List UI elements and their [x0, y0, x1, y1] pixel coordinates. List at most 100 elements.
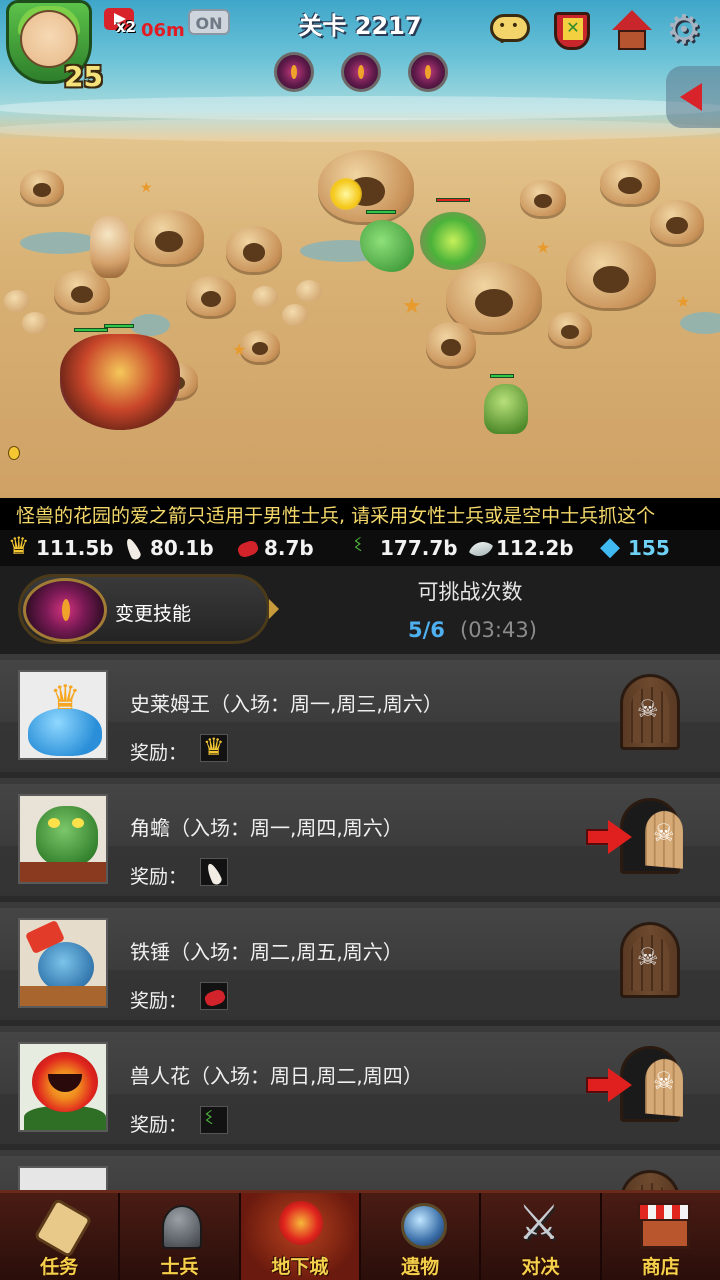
- resource-value: 177.7b: [380, 536, 458, 560]
- resource-fang: 80.1b: [122, 534, 214, 562]
- resource-value: 8.7b: [264, 536, 314, 560]
- reward-label: 奖励：: [130, 742, 188, 764]
- bird-enemy: [360, 220, 414, 272]
- pebble: [4, 290, 30, 312]
- horned-toad-portrait: [18, 794, 108, 884]
- hero-level: 25: [64, 60, 103, 93]
- nav-relics[interactable]: 遗物: [361, 1193, 482, 1280]
- gem-icon: [600, 532, 624, 562]
- iron-hammer-portrait: [18, 918, 108, 1008]
- boss-orb-icon: [274, 52, 314, 92]
- dungeon-row-iron-hammer[interactable]: 铁锤（入场：周二,周五,周六） 奖励：: [0, 908, 720, 1026]
- battle-scene: ★ ★ ★ ★ ★ 25 x2 06m ON 关卡 2217 • • • ✕ ⚙: [0, 0, 720, 498]
- reward-label: 奖励：: [130, 866, 188, 888]
- resource-value: 111.5b: [36, 536, 114, 560]
- nav-duel[interactable]: 对决: [481, 1193, 602, 1280]
- shop-icon: [637, 1201, 690, 1249]
- bottom-nav: 任务 士兵 地下城 遗物 对决 商店: [0, 1190, 720, 1280]
- sand-rock: [446, 262, 542, 332]
- slime-king-portrait: ♛: [18, 670, 108, 760]
- game-screen: ★ ★ ★ ★ ★ 25 x2 06m ON 关卡 2217 • • • ✕ ⚙…: [0, 0, 720, 1280]
- pebble: [296, 280, 322, 302]
- locked-door-icon[interactable]: [620, 674, 680, 750]
- starfish: ★: [536, 238, 551, 257]
- soldier-hp-bar: [74, 328, 108, 332]
- resource-blood: 8.7b: [236, 534, 314, 562]
- dungeon-panel: 变更技能 可挑战次数 5/6 (03:43) ♛ 史莱姆王（入场：周一,周三,周…: [0, 566, 720, 1190]
- nav-label: 商店: [641, 1256, 680, 1278]
- reward-vine-icon: [200, 1105, 228, 1134]
- vine-icon: [352, 532, 376, 560]
- change-skill-button[interactable]: 变更技能: [18, 574, 279, 644]
- house-icon[interactable]: [610, 10, 654, 50]
- challenge-timer: (03:43): [460, 618, 537, 642]
- nav-quests[interactable]: 任务: [0, 1193, 121, 1280]
- nav-shop[interactable]: 商店: [602, 1193, 720, 1280]
- speed-toggle[interactable]: ON: [188, 9, 230, 35]
- nav-dungeon[interactable]: 地下城: [240, 1193, 361, 1280]
- sun-sparkle: [330, 178, 362, 210]
- enemy-hp-bar: [436, 198, 470, 202]
- hit-effect: [420, 212, 486, 270]
- dungeon-title: 史莱姆王（入场：周一,周三,周六）: [130, 692, 443, 716]
- dungeon-row-slime-king[interactable]: ♛ 史莱姆王（入场：周一,周三,周六） 奖励：: [0, 660, 720, 778]
- change-skill-label: 变更技能: [115, 603, 192, 625]
- starfish: ★: [402, 294, 422, 319]
- challenge-count: 5/6: [408, 618, 445, 642]
- archer-soldier: [484, 384, 528, 434]
- nav-soldiers[interactable]: 士兵: [120, 1193, 241, 1280]
- starfish: ★: [232, 340, 247, 359]
- scroll-icon: [36, 1201, 84, 1249]
- resource-value: 80.1b: [150, 536, 214, 560]
- hud-bar: 25 x2 06m ON 关卡 2217 ⚙: [0, 0, 720, 93]
- boss-orb-icon: [341, 52, 381, 92]
- nav-label: 士兵: [160, 1256, 199, 1278]
- pebble: [282, 304, 308, 326]
- message-ticker: 怪兽的花园的爱之箭只适用于男性士兵, 请采用女性士兵或是空中士兵抓这个: [0, 498, 720, 530]
- nav-label: 遗物: [401, 1256, 440, 1278]
- sea-wave: [0, 96, 720, 120]
- sand-rock: [20, 170, 64, 204]
- sand-rock: [134, 210, 204, 264]
- helmet-icon: [156, 1201, 204, 1249]
- dungeon-title: 铁锤（入场：周二,周五,周六）: [130, 940, 403, 964]
- resource-bar: 111.5b 80.1b 8.7b 177.7b 112.2b 155: [0, 530, 720, 566]
- dungeon-row-orc-flower[interactable]: 兽人花（入场：周日,周二,周四） 奖励：: [0, 1032, 720, 1150]
- dungeon-title: 兽人花（入场：周日,周二,周四）: [130, 1064, 423, 1088]
- puddle: [680, 312, 720, 334]
- nav-label: 地下城: [271, 1256, 329, 1278]
- enter-arrow-icon: [586, 820, 632, 854]
- coin: [8, 446, 20, 460]
- nav-label: 对决: [521, 1256, 560, 1278]
- dungeon-title: 角蟾（入场：周一,周四,周六）: [130, 816, 403, 840]
- puddle: [20, 232, 100, 254]
- sand-rock: [226, 226, 282, 272]
- ticker-text: 怪兽的花园的爱之箭只适用于男性士兵, 请采用女性士兵或是空中士兵抓这个: [16, 505, 656, 527]
- side-panel-toggle-icon[interactable]: [666, 66, 720, 128]
- horn-icon: [468, 536, 492, 560]
- resource-horn: 112.2b: [468, 534, 574, 562]
- dungeon-portrait: [18, 1166, 108, 1190]
- reward-crown-icon: [200, 733, 228, 762]
- gear-icon[interactable]: ⚙: [666, 10, 710, 50]
- puddle: [130, 314, 170, 336]
- sand-rock: [548, 312, 592, 346]
- challenge-count-title: 可挑战次数: [417, 580, 523, 604]
- chat-icon[interactable]: [488, 10, 532, 50]
- soldier-hp-bar: [104, 324, 134, 328]
- sand-rock: [426, 322, 476, 366]
- dungeon-row-partial[interactable]: [0, 1156, 720, 1190]
- sand-rock: [650, 200, 704, 244]
- soldier-squad: [60, 334, 180, 430]
- nav-label: 任务: [40, 1256, 79, 1278]
- flower-icon: [277, 1201, 325, 1249]
- reward-blood-icon: [200, 982, 228, 1010]
- guild-icon[interactable]: [550, 10, 594, 50]
- locked-door-icon[interactable]: [620, 922, 680, 998]
- crown-icon: [8, 532, 32, 560]
- locked-door-icon[interactable]: [620, 1170, 680, 1190]
- hero-avatar[interactable]: 25: [4, 0, 103, 93]
- dungeon-row-horned-toad[interactable]: 角蟾（入场：周一,周四,周六） 奖励：: [0, 784, 720, 902]
- starfish: ★: [676, 292, 691, 311]
- sand-rock: [566, 240, 656, 308]
